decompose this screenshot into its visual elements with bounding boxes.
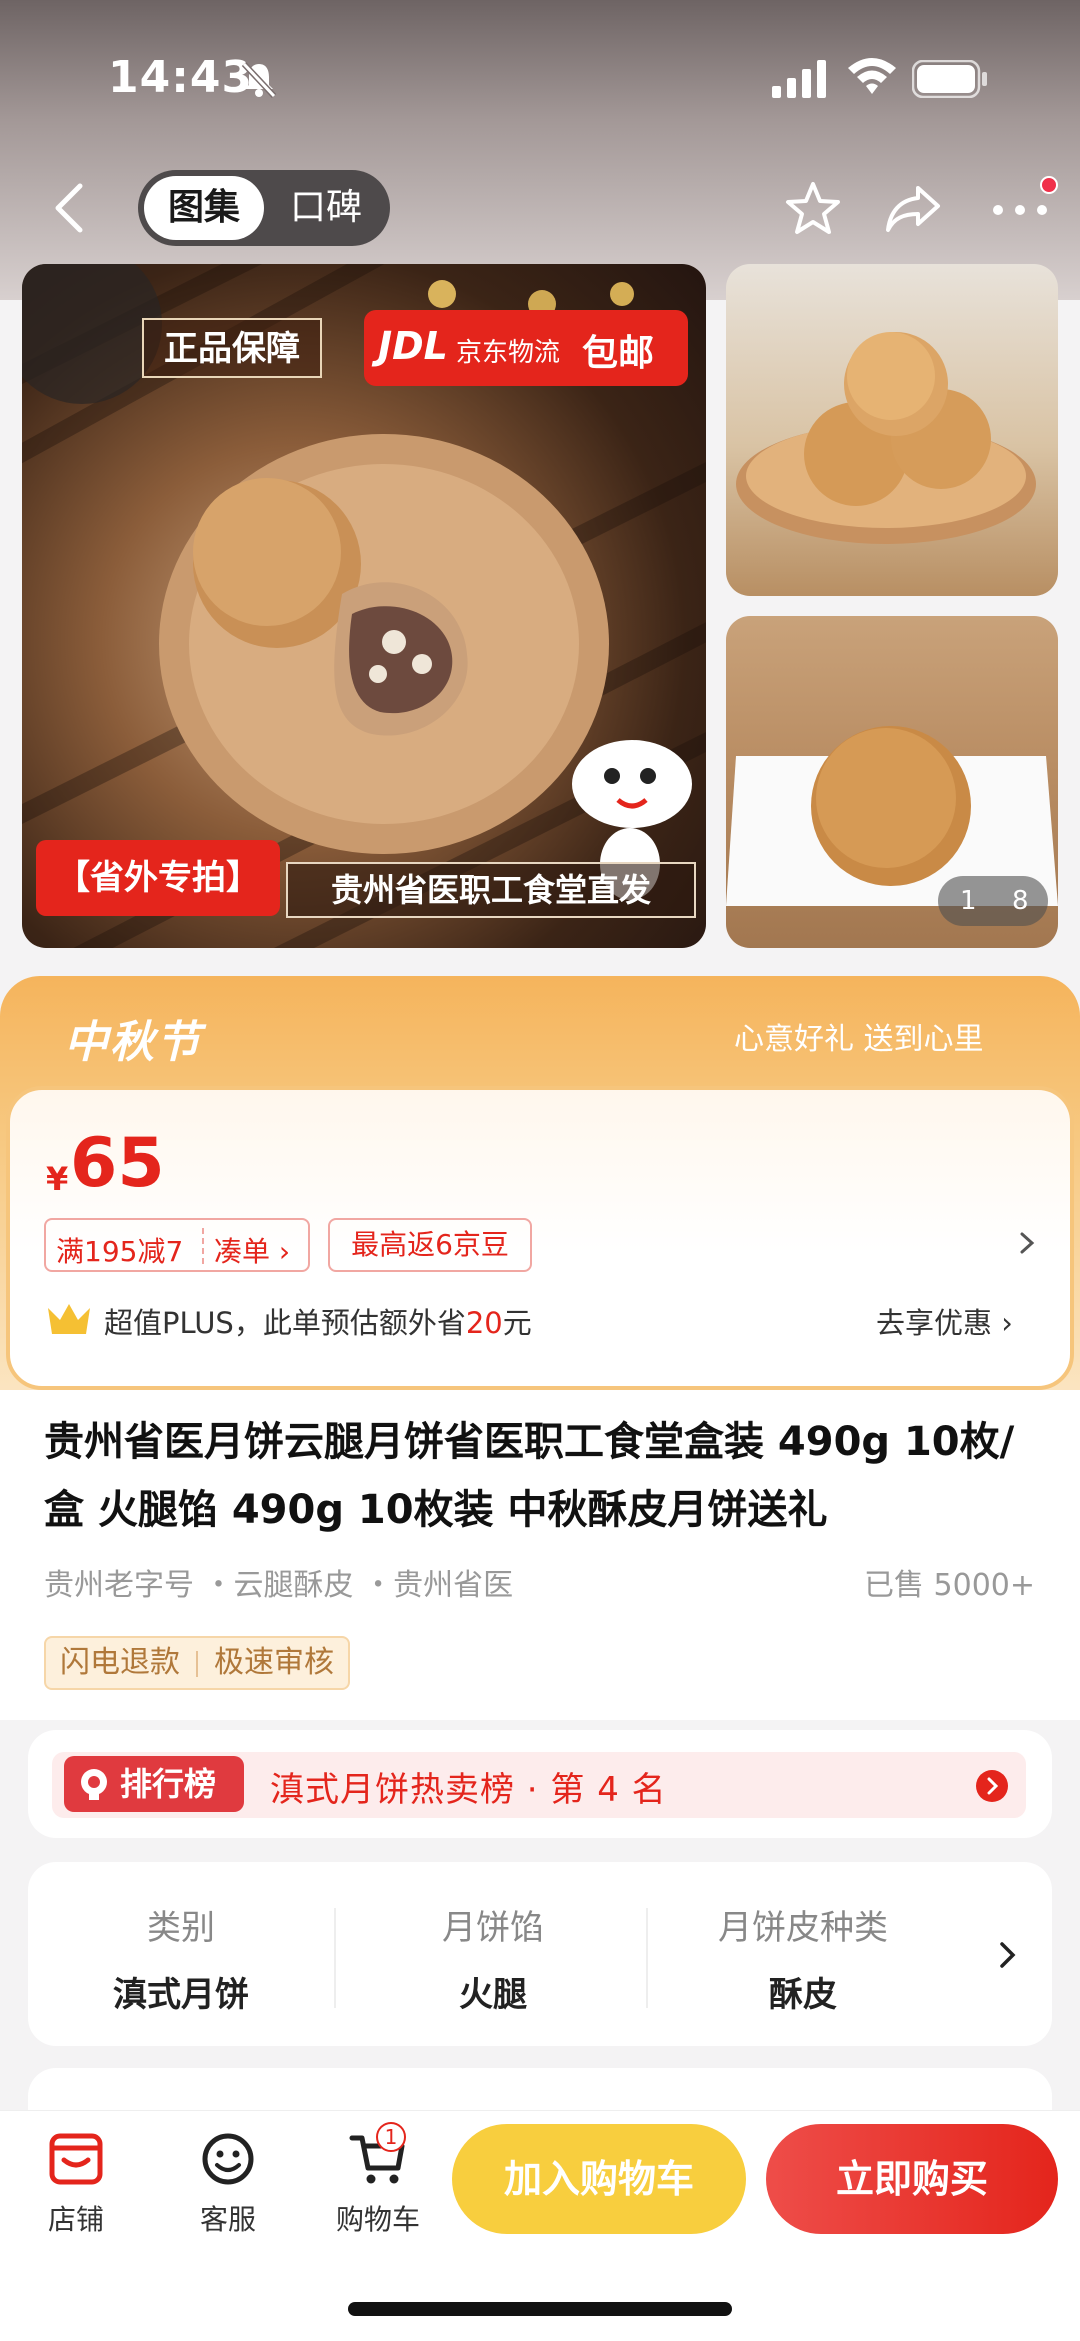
promo-discount-tag[interactable]: 满195减7 凑单 ›	[44, 1218, 310, 1272]
store-icon	[49, 2133, 103, 2185]
add-to-cart-button[interactable]: 加入购物车	[452, 2124, 746, 2234]
battery-icon	[912, 60, 987, 98]
gallery-page-indicator: 1 8	[938, 876, 1048, 926]
status-time: 14:43	[108, 52, 254, 103]
chevron-right-icon[interactable]	[1016, 1228, 1038, 1258]
status-bar: 14:43	[0, 0, 1080, 160]
notification-dot	[1040, 176, 1058, 194]
plus-savings-amount: 20	[465, 1306, 503, 1340]
cart-count-badge: 1	[376, 2122, 406, 2152]
plus-savings-suffix: 元	[502, 1306, 532, 1340]
gallery-tab-switcher: 图集 口碑	[138, 170, 390, 246]
home-indicator	[348, 2302, 732, 2316]
page-total: 8	[1012, 886, 1029, 916]
fast-refund-tag: 闪电退款	[60, 1645, 180, 1680]
chevron-right-icon[interactable]	[996, 1938, 1020, 1972]
service-label: 客服	[199, 2203, 256, 2236]
fast-review-tag: 极速审核	[214, 1645, 334, 1680]
price-value: 65	[70, 1124, 165, 1203]
cellular-signal-icon	[772, 60, 826, 98]
plus-crown-icon	[48, 1304, 90, 1334]
tab-gallery[interactable]: 图集	[144, 176, 264, 240]
back-icon[interactable]	[44, 178, 96, 238]
direct-ship-badge: 贵州省医职工食堂直发	[286, 862, 696, 918]
attr-value: 滇式月饼	[113, 1975, 249, 2015]
promo-discount-text: 满195减7	[56, 1235, 184, 1268]
customer-service-icon	[202, 2133, 254, 2185]
attr-filling: 月饼馅 火腿	[348, 1900, 638, 2016]
store-label: 店铺	[47, 2203, 104, 2236]
ranking-text: 滇式月饼热卖榜 · 第 4 名	[270, 1770, 667, 1810]
bell-muted-icon	[241, 61, 277, 99]
service-nav-item[interactable]: 客服	[168, 2130, 288, 2238]
page-current: 1	[960, 886, 977, 916]
attr-label: 月饼皮种类	[718, 1908, 888, 1948]
tab-reviews[interactable]: 口碑	[266, 176, 386, 240]
trophy-icon	[81, 1769, 107, 1800]
ranking-badge: 排行榜	[64, 1756, 244, 1812]
promo-combine-link[interactable]: 凑单 ›	[214, 1230, 290, 1270]
jdl-logo: JDL	[378, 324, 448, 368]
mooncake-stack-illustration	[736, 332, 1036, 544]
plus-savings-text: 超值PLUS，此单预估额外省20元	[104, 1300, 532, 1342]
free-shipping-label: 包邮	[582, 333, 655, 374]
ranking-arrow-icon[interactable]	[976, 1770, 1008, 1802]
favorite-star-icon[interactable]	[784, 180, 842, 238]
jd-beans-tag[interactable]: 最高返6京豆	[328, 1218, 532, 1272]
attr-value: 火腿	[459, 1975, 527, 2015]
attr-crust: 月饼皮种类 酥皮	[658, 1900, 948, 2016]
buy-now-button[interactable]: 立即购买	[766, 2124, 1058, 2234]
attr-divider	[334, 1908, 336, 2008]
service-tags: 闪电退款 极速审核	[44, 1636, 350, 1690]
go-discount-link[interactable]: 去享优惠 ›	[876, 1300, 1013, 1342]
share-icon[interactable]	[884, 182, 942, 236]
price-currency: ¥	[46, 1160, 69, 1198]
cart-nav-item[interactable]: 购物车	[318, 2130, 438, 2238]
out-of-province-badge: 【省外专拍】	[36, 840, 280, 916]
product-tags: 贵州老字号 ・云腿酥皮 ・贵州省医	[44, 1568, 514, 1603]
attr-category: 类别 滇式月饼	[36, 1900, 326, 2016]
ranking-badge-label: 排行榜	[120, 1765, 217, 1803]
attr-label: 类别	[147, 1908, 215, 1948]
attr-divider	[646, 1908, 648, 2008]
attr-value: 酥皮	[769, 1975, 837, 2015]
festival-title: 中秋节	[64, 1017, 202, 1068]
sold-count: 已售 5000+	[864, 1568, 1036, 1603]
service-divider	[196, 1650, 198, 1677]
jdl-text: 京东物流	[456, 338, 561, 368]
festival-slogan: 心意好礼 送到心里	[734, 1022, 984, 1057]
cart-label: 购物车	[335, 2203, 420, 2236]
gallery-thumbnail-1[interactable]	[726, 264, 1058, 596]
product-title: 贵州省医月饼云腿月饼省医职工食堂盒装 490g 10枚/盒 火腿馅 490g 1…	[44, 1419, 1015, 1533]
genuine-guarantee-badge: 正品保障	[142, 318, 322, 378]
wifi-icon	[848, 58, 896, 94]
jd-logistics-badge: JDL 京东物流 包邮	[364, 310, 688, 386]
plus-savings-prefix: 超值PLUS，此单预估额外省	[104, 1306, 466, 1340]
attr-label: 月饼馅	[442, 1908, 544, 1948]
store-nav-item[interactable]: 店铺	[16, 2130, 136, 2238]
promo-divider	[202, 1228, 204, 1264]
